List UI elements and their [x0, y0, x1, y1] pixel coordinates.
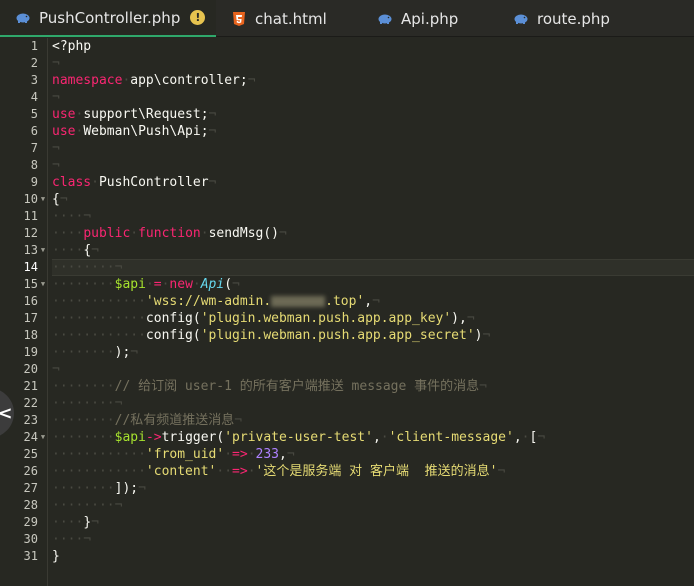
line-number: 12 [23, 226, 38, 240]
code-line-25: ············'from_uid'·=>·233,¬ [52, 447, 295, 462]
code-line-12: ····public·function·sendMsg()¬ [52, 226, 287, 241]
code-line-14-current: ········¬ [52, 259, 694, 276]
code-line-28: ········¬ [52, 498, 123, 513]
tab-label: chat.html [255, 9, 327, 28]
code-line-7: ¬ [52, 141, 60, 156]
code-line-23: ········//私有频道推送消息¬ [52, 413, 243, 428]
line-number: 18 [23, 328, 38, 342]
code-line-6: use·Webman\Push\Api;¬ [52, 124, 217, 139]
code-line-27: ········]);¬ [52, 481, 146, 496]
tab-route-php[interactable]: route.php [510, 0, 650, 37]
line-number: 9 [30, 175, 38, 189]
php-elephant-icon [16, 11, 30, 25]
tab-label: Api.php [401, 9, 459, 28]
code-line-10: {¬ [52, 192, 68, 207]
line-number: 4 [30, 90, 38, 104]
warning-icon: ! [190, 10, 206, 25]
redacted-domain [271, 296, 326, 307]
line-number: 1 [30, 39, 38, 53]
code-line-8: ¬ [52, 158, 60, 173]
code-line-21: ········// 给订阅 user-1 的所有客户端推送 message 事… [52, 379, 487, 394]
fold-toggle-icon[interactable]: ▼ [39, 242, 47, 259]
php-elephant-icon [514, 12, 528, 26]
code-line-29: ····}¬ [52, 515, 99, 530]
line-number: 26 [23, 464, 38, 478]
line-number: 19 [23, 345, 38, 359]
line-number: 13 [23, 243, 38, 257]
code-line-26: ············'content'··=>·'这个是服务端 对 客户端 … [52, 464, 506, 479]
code-line-18: ············config('plugin.webman.push.a… [52, 328, 491, 343]
line-number: 11 [23, 209, 38, 223]
tab-chat-html[interactable]: chat.html [228, 0, 358, 37]
line-number: 20 [23, 362, 38, 376]
line-number: 21 [23, 379, 38, 393]
line-number: 2 [30, 56, 38, 70]
code-line-24: ········$api->trigger('private-user-test… [52, 430, 546, 445]
tab-bar: PushController.php ! chat.html Api.php r… [0, 0, 694, 37]
line-number: 7 [30, 141, 38, 155]
tab-label: route.php [537, 9, 610, 28]
code-line-11: ····¬ [52, 209, 92, 224]
code-line-5: use·support\Request;¬ [52, 107, 217, 122]
code-line-2: ¬ [52, 56, 60, 71]
line-number: 15 [23, 277, 38, 291]
line-number-gutter: 1 2 3 4 5 6 7 8 9 10 ▼ 11 12 13 ▼ 14 15 ▼ 16 17 18 19 20 21 22 23… [0, 38, 48, 586]
html5-icon [232, 11, 246, 26]
fold-toggle-icon[interactable]: ▼ [39, 276, 47, 293]
line-number: 28 [23, 498, 38, 512]
line-number: 5 [30, 107, 38, 121]
line-number: 6 [30, 124, 38, 138]
tab-api-php[interactable]: Api.php [374, 0, 494, 37]
code-line-13: ····{¬ [52, 243, 99, 258]
line-number: 10 [23, 192, 38, 206]
code-area[interactable]: <?php ¬ namespace·app\controller;¬ ¬ use… [52, 38, 694, 586]
line-number: 8 [30, 158, 38, 172]
code-line-20: ¬ [52, 362, 60, 377]
code-line-9: class·PushController¬ [52, 175, 217, 190]
code-line-16: ············'wss://wm-admin. .top',¬ [52, 294, 380, 309]
line-number: 27 [23, 481, 38, 495]
line-number: 31 [23, 549, 38, 563]
code-line-22: ········¬ [52, 396, 123, 411]
line-number: 30 [23, 532, 38, 546]
code-line-3: namespace·app\controller;¬ [52, 73, 256, 88]
line-number: 16 [23, 294, 38, 308]
code-line-15: ········$api·=·new·Api(¬ [52, 277, 240, 292]
fold-toggle-icon[interactable]: ▼ [39, 429, 47, 446]
code-line-1: <?php [52, 39, 92, 54]
code-line-4: ¬ [52, 90, 60, 105]
line-number: 3 [30, 73, 38, 87]
fold-toggle-icon[interactable]: ▼ [39, 191, 47, 208]
php-elephant-icon [378, 12, 392, 26]
code-line-19: ········);¬ [52, 345, 139, 360]
line-number: 17 [23, 311, 38, 325]
line-number: 29 [23, 515, 38, 529]
line-number: 25 [23, 447, 38, 461]
code-line-31: } [52, 549, 60, 564]
code-line-17: ············config('plugin.webman.push.a… [52, 311, 475, 326]
tab-label: PushController.php [39, 8, 181, 27]
code-editor[interactable]: 1 2 3 4 5 6 7 8 9 10 ▼ 11 12 13 ▼ 14 15 ▼ 16 17 18 19 20 21 22 23… [0, 38, 694, 586]
tab-pushcontroller-php[interactable]: PushController.php ! [0, 0, 216, 37]
line-number: 14 [23, 260, 38, 274]
code-line-30: ····¬ [52, 532, 92, 547]
